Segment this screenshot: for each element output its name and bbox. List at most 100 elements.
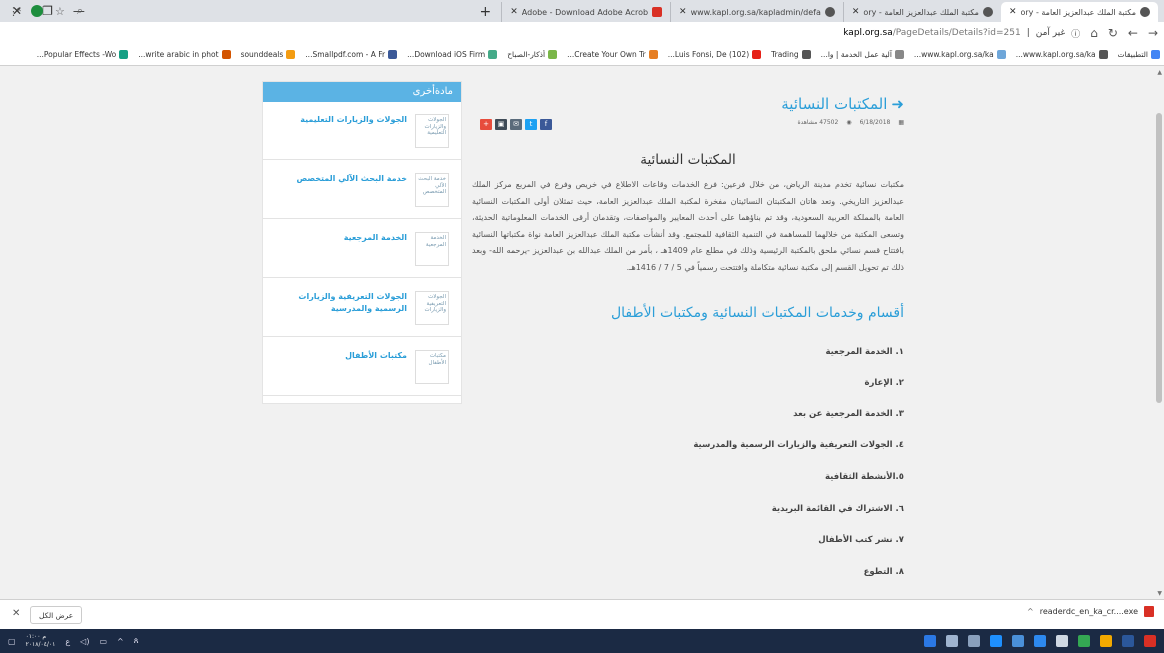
bookmark-item[interactable]: Smallpdf.com - A Fr...: [305, 50, 398, 59]
sidebar-item[interactable]: مكتبات الأطفال مكتبات الأطفال: [263, 338, 461, 396]
bookmark-item[interactable]: Create Your Own Tr...: [567, 50, 658, 59]
search-icon[interactable]: [946, 635, 958, 647]
bookmark-item[interactable]: (102) Luis Fonsi, De...: [668, 50, 762, 59]
bookmark-item[interactable]: sounddeals: [241, 50, 296, 59]
back-arrow-icon[interactable]: →: [1148, 26, 1158, 40]
forward-arrow-icon[interactable]: ←: [1128, 26, 1138, 40]
bookmark-item[interactable]: Trading: [771, 50, 811, 59]
scrollbar-thumb[interactable]: [1156, 113, 1162, 403]
bookmark-item[interactable]: Download iOS Firm...: [407, 50, 498, 59]
scroll-down-icon[interactable]: ▼: [1157, 590, 1162, 597]
page-scrollbar[interactable]: ▲ ▼: [1154, 67, 1164, 599]
info-icon[interactable]: ⓘ: [1071, 27, 1080, 40]
sidebar-thumbnail[interactable]: الجولات التعريفية والزيارات: [415, 291, 449, 325]
bookmarks-overflow-icon[interactable]: «: [16, 5, 22, 15]
photo-icon: [221, 50, 231, 59]
bookmark-apps[interactable]: التطبيقات: [1118, 50, 1160, 59]
print-icon[interactable]: ▣: [495, 119, 507, 130]
word-icon[interactable]: [1122, 635, 1134, 647]
volume-icon[interactable]: ◁): [80, 637, 89, 646]
profile-avatar[interactable]: [31, 5, 43, 17]
sidebar-item-link[interactable]: الجولات التعريفية والزيارات الرسمية والم…: [271, 291, 407, 315]
chrome-icon[interactable]: [1078, 635, 1090, 647]
store-icon[interactable]: [1034, 635, 1046, 647]
sidebar-item-link[interactable]: خدمة البحث الآلي المتخصص: [271, 173, 407, 185]
chrome-favicon-icon: [1140, 7, 1150, 17]
tab-library[interactable]: مكتبة الملك عبدالعزيز العامة - ory ✕: [842, 2, 1001, 22]
article-intro: مكتبات نسائية تخدم مدينة الرياض، من خلال…: [472, 180, 904, 272]
url-field[interactable]: ⓘ غير آمن | kapl.org.sa/PageDetails/Deta…: [843, 27, 1080, 40]
page-viewport: ➜ المكتبات النسائية ▦ 6/18/2018 ◉ 47502 …: [0, 67, 1164, 599]
task-view-icon[interactable]: [968, 635, 980, 647]
service-item: ٢. الإعارة: [864, 378, 904, 388]
close-tab-icon[interactable]: ✕: [1009, 7, 1017, 17]
bookmark-item[interactable]: www.kapl.org.sa/ka...: [1016, 50, 1108, 59]
close-downloads-icon[interactable]: ✕: [12, 608, 20, 619]
tab-title: مكتبة الملك عبدالعزيز العامة - ory: [1020, 7, 1136, 17]
bookmarks-bar: التطبيقات www.kapl.org.sa/ka... www.kapl…: [0, 44, 1164, 66]
sticky-notes-icon[interactable]: [1100, 635, 1112, 647]
close-tab-icon[interactable]: ✕: [510, 7, 518, 17]
sidebar-thumbnail[interactable]: مكتبات الأطفال: [415, 350, 449, 384]
bookmark-item[interactable]: آلية عمل الخدمة | وا...: [821, 50, 904, 59]
service-item: ١. الخدمة المرجعية: [825, 347, 904, 357]
page-title[interactable]: ➜ المكتبات النسائية: [781, 95, 904, 113]
tab-title: Adobe - Download Adobe Acrob: [521, 7, 649, 17]
file-explorer-icon[interactable]: [1056, 635, 1068, 647]
bookmark-item[interactable]: www.kapl.org.sa/ka...: [914, 50, 1006, 59]
bookmark-item[interactable]: أذكار-الصباح: [507, 50, 558, 59]
people-icon[interactable]: ጰ: [134, 636, 139, 646]
notifications-icon[interactable]: ▢: [8, 637, 16, 646]
bookmark-star-icon[interactable]: ☆: [55, 5, 65, 18]
close-tab-icon[interactable]: ✕: [679, 7, 687, 17]
windows-start-icon[interactable]: [924, 635, 936, 647]
article-meta: ▦ 6/18/2018 ◉ 47502 مشاهدة: [797, 119, 904, 126]
sidebar-thumbnail[interactable]: الخدمة المرجعية: [415, 232, 449, 266]
smallpdf-icon: [388, 50, 398, 59]
arrow-back-icon: ➜: [891, 95, 904, 113]
search-icon[interactable]: ⌕: [77, 4, 83, 18]
download-item[interactable]: readerdc_en_ka_cr....exe ^: [1027, 606, 1154, 617]
sidebar-item[interactable]: الخدمة المرجعية الخدمة المرجعية: [263, 220, 461, 278]
twitter-icon[interactable]: t: [525, 119, 537, 130]
youtube-icon: [752, 50, 762, 59]
bookmark-item[interactable]: write arabic in phot...: [138, 50, 231, 59]
facebook-icon[interactable]: f: [540, 119, 552, 130]
tab-kapladmin[interactable]: www.kapl.org.sa/kapladmin/defa ✕: [670, 2, 843, 22]
sidebar-thumbnail[interactable]: الجولات والزيارات التعليمية: [415, 114, 449, 148]
reload-icon[interactable]: ↻: [1108, 26, 1118, 40]
language-icon[interactable]: ع: [65, 637, 70, 646]
tab-library-active[interactable]: مكتبة الملك عبدالعزيز العامة - ory ✕: [1000, 2, 1158, 22]
share-buttons: + ▣ ✉ t f: [480, 119, 552, 130]
sidebar-item[interactable]: خدمة البحث الآلي المتخصص خدمة البحث الآل…: [263, 161, 461, 219]
tab-adobe[interactable]: Adobe - Download Adobe Acrob ✕: [501, 2, 670, 22]
sidebar-header: مادةأخرى: [263, 82, 461, 102]
taskbar-apps: [924, 629, 1156, 653]
network-icon[interactable]: ▭: [99, 637, 107, 646]
show-all-downloads-button[interactable]: عرض الكل: [30, 606, 83, 624]
close-tab-icon[interactable]: ✕: [852, 7, 860, 17]
address-bar: → ← ↻ ⌂ ⓘ غير آمن | kapl.org.sa/PageDeta…: [0, 22, 1164, 44]
sidebar-item-link[interactable]: مكتبات الأطفال: [271, 350, 407, 362]
sidebar-item[interactable]: الجولات التعريفية والزيارات الجولات التع…: [263, 279, 461, 337]
scroll-up-icon[interactable]: ▲: [1157, 69, 1162, 76]
chevron-up-icon[interactable]: ^: [1027, 607, 1034, 616]
windows-taskbar: ▢ م ٠١:٠٠ ٢٠١٨/٠٤/٠١ ع ◁) ▭ ^ ጰ: [0, 629, 1164, 653]
email-icon[interactable]: ✉: [510, 119, 522, 130]
share-more-icon[interactable]: +: [480, 119, 492, 130]
acrobat-icon[interactable]: [1144, 635, 1156, 647]
edge-icon[interactable]: [990, 635, 1002, 647]
mail-icon[interactable]: [1012, 635, 1024, 647]
service-item: ٤. الجولات التعريفية والزيارات الرسمية و…: [693, 440, 904, 450]
sidebar-item[interactable]: الجولات والزيارات التعليمية الجولات والز…: [263, 102, 461, 160]
sidebar-item-link[interactable]: الجولات والزيارات التعليمية: [271, 114, 407, 126]
bookmark-item[interactable]: Popular Effects -Wo...: [37, 50, 129, 59]
sidebar-thumbnail[interactable]: خدمة البحث الآلي المتخصص: [415, 173, 449, 207]
new-tab-button[interactable]: +: [470, 2, 502, 22]
service-item: ٦. الاشتراك في القائمة البريدية: [771, 504, 904, 514]
sidebar-item-link[interactable]: الخدمة المرجعية: [271, 232, 407, 244]
service-item: ٥.الأنشطة الثقافية: [825, 472, 904, 482]
tray-chevron-icon[interactable]: ^: [117, 637, 124, 646]
home-icon[interactable]: ⌂: [1090, 26, 1098, 40]
taskbar-clock[interactable]: م ٠١:٠٠ ٢٠١٨/٠٤/٠١: [26, 633, 56, 649]
